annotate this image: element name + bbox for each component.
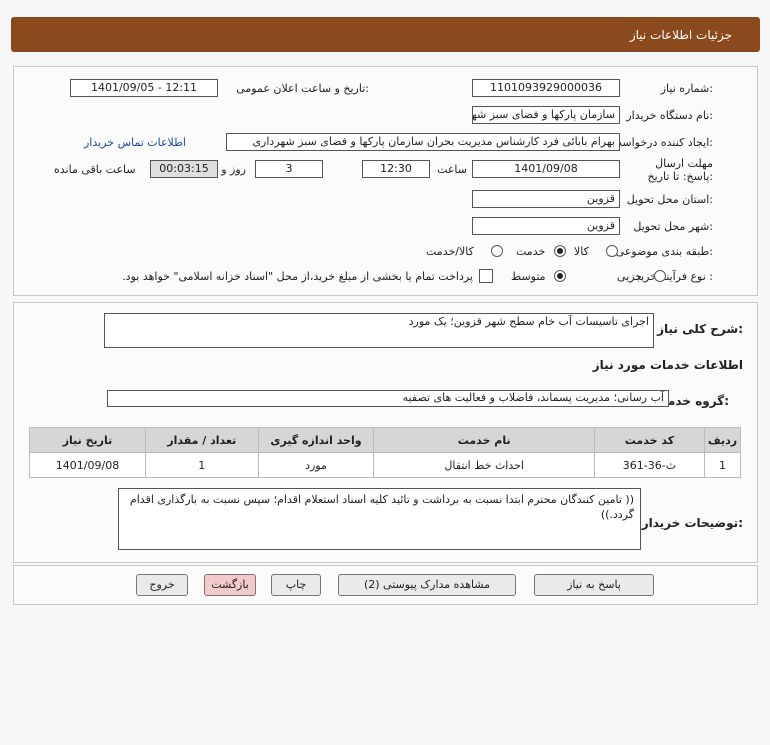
deadline-date-field: 1401/09/08: [472, 160, 620, 178]
service-group-field: آب رسانی؛ مدیریت پسماند، فاضلاب و فعالیت…: [107, 390, 669, 407]
page-title: جزئیات اطلاعات نیاز: [629, 28, 732, 42]
announce-field: 1401/09/05 - 12:11: [70, 79, 218, 97]
requester-label: ایجاد کننده درخواست:: [611, 136, 713, 149]
services-table: ردیف کد خدمت نام خدمت واحد اندازه گیری ت…: [29, 427, 741, 478]
city-field: قزوین: [472, 217, 620, 235]
category-service-label: خدمت: [516, 245, 546, 258]
col-service-code: کد خدمت: [593, 427, 706, 453]
need-details-panel: شرح کلی نیاز: اجرای تاسیسات آب خام سطح ش…: [13, 302, 758, 563]
buyer-org-label: نام دستگاه خریدار:: [626, 109, 713, 122]
time-label: ساعت: [437, 163, 467, 176]
category-service-radio[interactable]: [554, 245, 566, 257]
table-row: 1 ث-36-361 احداث خط انتقال مورد 1 1401/0…: [29, 452, 741, 478]
col-row: ردیف: [704, 427, 741, 453]
process-medium-label: متوسط: [511, 270, 546, 283]
province-field: قزوین: [472, 190, 620, 208]
category-goods-radio[interactable]: [606, 245, 618, 257]
cell-service-code: ث-36-361: [593, 452, 706, 478]
deadline-label: مهلت ارسال پاسخ: تا تاریخ:: [647, 157, 713, 183]
treasury-note: پرداخت تمام یا بخشی از مبلغ خرید،از محل …: [122, 270, 473, 283]
col-quantity: تعداد / مقدار: [145, 427, 259, 453]
days-field: 3: [255, 160, 323, 178]
buyer-contact-link[interactable]: اطلاعات تماس خریدار: [84, 136, 186, 149]
announce-label: تاریخ و ساعت اعلان عمومی:: [236, 82, 369, 95]
cell-need-date: 1401/09/08: [29, 452, 146, 478]
cell-unit: مورد: [257, 452, 375, 478]
category-goods-service-radio[interactable]: [491, 245, 503, 257]
buyer-notes-label: توضیحات خریدار:: [641, 516, 743, 530]
table-header-row: ردیف کد خدمت نام خدمت واحد اندازه گیری ت…: [29, 427, 741, 453]
treasury-checkbox[interactable]: [479, 269, 493, 283]
summary-label: شرح کلی نیاز:: [657, 322, 743, 336]
remaining-time-field: 00:03:15: [150, 160, 218, 178]
process-minor-label: جزیی: [617, 270, 643, 283]
reply-button[interactable]: پاسخ به نیاز: [534, 574, 654, 596]
days-label: روز و: [221, 163, 246, 176]
services-section-title: اطلاعات خدمات مورد نیاز: [592, 358, 743, 372]
col-unit: واحد اندازه گیری: [257, 427, 375, 453]
need-info-panel: شماره نیاز: 1101093929000036 تاریخ و ساع…: [13, 66, 758, 296]
process-label: نوع فرآیند خرید :: [635, 270, 713, 283]
cell-service-name: احداث خط انتقال: [373, 452, 595, 478]
category-label: طبقه بندی موضوعی:: [615, 245, 713, 258]
province-label: استان محل تحویل:: [626, 193, 713, 206]
deadline-time-field: 12:30: [362, 160, 430, 178]
city-label: شهر محل تحویل:: [633, 220, 713, 233]
actions-panel: پاسخ به نیاز مشاهده مدارک پیوستی (2) چاپ…: [13, 565, 758, 605]
buyer-notes-field: (( تامین کنندگان محترم ابتدا نسبت به برد…: [118, 488, 641, 550]
col-need-date: تاریخ نیاز: [29, 427, 146, 453]
category-goods-label: کالا: [574, 245, 589, 258]
cell-row: 1: [704, 452, 741, 478]
requester-field: بهرام بابائی فرد کارشناس مدیریت بحران سا…: [226, 133, 620, 151]
cell-quantity: 1: [145, 452, 259, 478]
back-button[interactable]: بازگشت: [204, 574, 256, 596]
process-medium-radio[interactable]: [554, 270, 566, 282]
print-button[interactable]: چاپ: [271, 574, 321, 596]
category-goods-service-label: کالا/خدمت: [426, 245, 474, 258]
buyer-org-field: سازمان پارکها و فضای سبز شهرداری قزوین: [472, 106, 620, 124]
view-attachments-button[interactable]: مشاهده مدارک پیوستی (2): [338, 574, 516, 596]
summary-field: اجرای تاسیسات آب خام سطح شهر قزوین؛ یک م…: [104, 313, 654, 348]
remaining-label: ساعت باقی مانده: [54, 163, 136, 176]
need-number-field: 1101093929000036: [472, 79, 620, 97]
process-minor-radio[interactable]: [654, 270, 666, 282]
page-header: جزئیات اطلاعات نیاز: [11, 17, 760, 52]
col-service-name: نام خدمت: [373, 427, 595, 453]
need-number-label: شماره نیاز:: [660, 82, 713, 95]
exit-button[interactable]: خروج: [136, 574, 188, 596]
